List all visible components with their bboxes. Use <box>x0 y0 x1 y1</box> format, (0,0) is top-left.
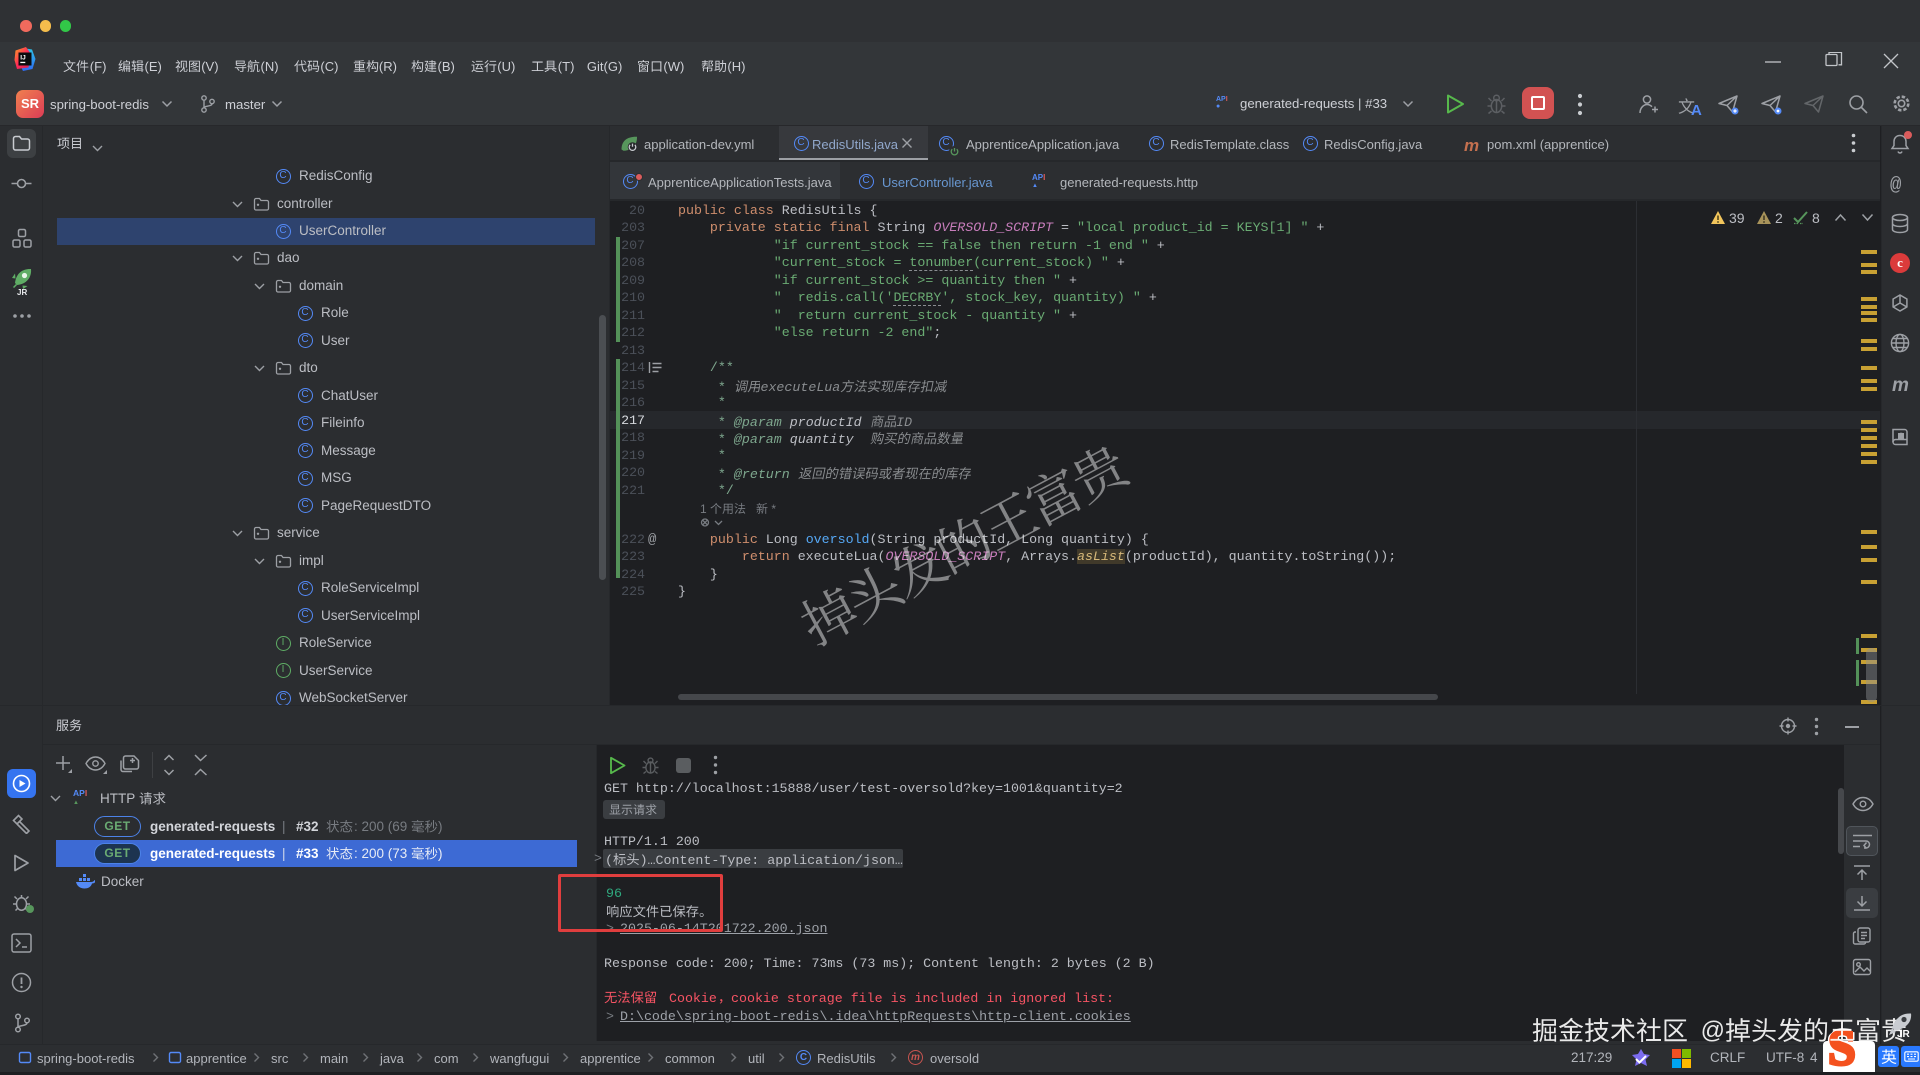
svg-text:IJ: IJ <box>20 55 26 62</box>
svg-text:A: A <box>1899 434 1904 440</box>
